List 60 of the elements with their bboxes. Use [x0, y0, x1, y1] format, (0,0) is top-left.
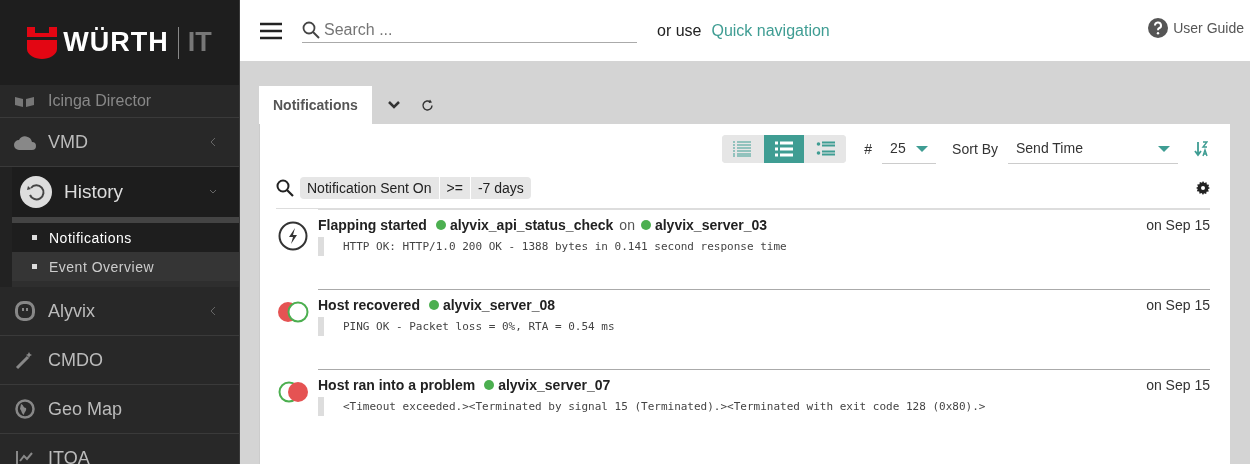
tab[interactable]: Notifications: [259, 86, 372, 124]
nav-item[interactable]: Icinga Director: [0, 85, 239, 118]
notification-title: Host recovered: [318, 297, 420, 313]
notification-time: on Sep 15: [1146, 377, 1210, 393]
detailed-list-icon: [816, 140, 837, 157]
limit-label: #: [864, 140, 873, 157]
or-use-text: or use: [657, 21, 702, 40]
plugin-output: PING OK - Packet loss = 0%, RTA = 0.54 ms: [318, 317, 1210, 336]
nav-subitem[interactable]: Notifications: [12, 223, 239, 252]
list-icon: [774, 140, 795, 157]
compact-list-icon: [732, 140, 753, 157]
nav-item[interactable]: CMDO: [0, 336, 239, 385]
host-link[interactable]: alyvix_server_03: [640, 217, 768, 233]
chart-icon: [14, 449, 36, 464]
search-icon[interactable]: [276, 179, 294, 197]
history-icon: [20, 176, 52, 208]
shield-icon: [27, 26, 58, 59]
nav-subitem[interactable]: Event Overview: [12, 252, 239, 281]
limit-dropdown[interactable]: 25: [882, 133, 937, 164]
search-field[interactable]: Search ...: [324, 21, 624, 39]
plugin-output: HTTP OK: HTTP/1.0 200 OK - 1388 bytes in 0.141 second response time: [318, 237, 1210, 256]
nav-item[interactable]: Geo Map: [0, 385, 239, 434]
globe-icon: [14, 399, 36, 419]
lightning-icon: [278, 221, 308, 251]
state-change-icon: [277, 381, 309, 403]
host-link[interactable]: alyvix_server_07: [484, 377, 611, 393]
search-icon: [302, 21, 320, 39]
nav-item[interactable]: History: [12, 167, 239, 223]
notification-title: Flapping started: [318, 217, 427, 233]
nav-item[interactable]: ITOA: [0, 434, 239, 464]
brand-name: WÜRTH: [63, 27, 169, 58]
cloud-icon: [14, 134, 36, 150]
state-change-icon: [277, 301, 309, 323]
sort-icon[interactable]: [1194, 140, 1208, 157]
filter-chip[interactable]: -7 days: [470, 177, 531, 199]
brand-logo[interactable]: WÜRTH IT: [0, 0, 239, 85]
chevron-left-icon: [209, 306, 217, 316]
sort-dropdown[interactable]: Send Time: [1008, 133, 1178, 164]
settings-icon[interactable]: [1196, 181, 1210, 195]
filter-chip[interactable]: Notification Sent On: [300, 177, 439, 199]
notification-time: on Sep 15: [1146, 217, 1210, 233]
service-link[interactable]: alyvix_api_status_check: [435, 217, 614, 233]
plugin-output: <Timeout exceeded.><Terminated by signal 15 (Terminated).><Terminated with exit code 128 (0x80).>: [318, 397, 1210, 416]
help-icon: [1148, 17, 1169, 38]
refresh-icon[interactable]: [420, 98, 434, 112]
host-link[interactable]: alyvix_server_08: [428, 297, 556, 313]
notification-title: Host ran into a problem: [318, 377, 476, 393]
on-text: on: [619, 217, 635, 233]
brand-suffix: IT: [187, 27, 212, 58]
chevron-down-icon[interactable]: [386, 100, 401, 110]
sort-label: Sort By: [952, 140, 998, 157]
nav-item[interactable]: Alyvix: [0, 287, 239, 336]
robot-icon: [14, 301, 36, 321]
view-mode-button[interactable]: [764, 134, 805, 163]
chevron-left-icon: [209, 137, 217, 147]
menu-icon[interactable]: [260, 21, 282, 40]
user-guide-link[interactable]: User Guide: [1148, 17, 1244, 38]
blocks-icon: [14, 95, 36, 107]
notification-time: on Sep 15: [1146, 297, 1210, 313]
filter-chip[interactable]: >=: [439, 177, 470, 199]
